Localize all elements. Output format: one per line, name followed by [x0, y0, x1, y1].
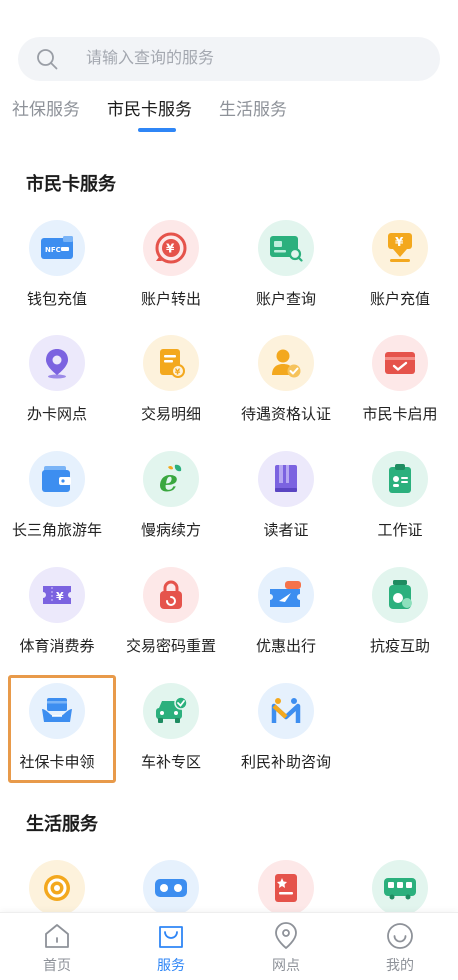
tab-citizen-card[interactable]: 市民卡服务 [107, 98, 192, 122]
service-label: 交易明细 [140, 406, 201, 423]
section-title-life-services: 生活服务 [26, 814, 98, 834]
service-label: 账户查询 [255, 291, 316, 308]
nav-home[interactable]: 首页 [0, 913, 114, 980]
service-reader-card[interactable]: 读者证 [229, 451, 343, 551]
service-epidemic-aid[interactable]: 抗疫互助 [343, 567, 457, 667]
m-logo-icon [258, 683, 314, 739]
service-label: 长三角旅游年 [11, 522, 102, 539]
svg-text:¥: ¥ [395, 235, 404, 249]
book-icon [258, 451, 314, 507]
service-label: 优惠出行 [255, 638, 316, 655]
service-label: 车补专区 [140, 754, 201, 771]
svg-text:¥: ¥ [166, 242, 175, 256]
user-verify-icon [258, 335, 314, 391]
spiral-icon [29, 860, 85, 916]
coupon-icon: ¥ [29, 567, 85, 623]
service-car-subsidy[interactable]: 车补专区 [114, 683, 228, 783]
discount-ticket-icon [258, 567, 314, 623]
yuan-transfer-icon: ¥ [143, 220, 199, 276]
service-label: 办卡网点 [26, 406, 87, 423]
wallet-icon [29, 451, 85, 507]
location-icon [275, 922, 297, 949]
selection-highlight [8, 675, 116, 783]
service-wallet-recharge[interactable]: NFC 钱包充值 [0, 220, 114, 320]
service-label: 工作证 [377, 522, 423, 539]
service-label: 账户充值 [369, 291, 430, 308]
service-account-recharge[interactable]: ¥ 账户充值 [343, 220, 457, 320]
service-livelihood-subsidy[interactable]: 利民补助咨询 [229, 683, 343, 783]
bus-icon [372, 860, 428, 916]
service-label: 待遇资格认证 [240, 406, 331, 423]
service-yangtze-travel[interactable]: 长三角旅游年 [0, 451, 114, 551]
tab-life-services[interactable]: 生活服务 [219, 98, 287, 122]
nfc-card-icon: NFC [29, 220, 85, 276]
nav-mine-label: 我的 [386, 957, 414, 973]
service-benefit-qualification[interactable]: 待遇资格认证 [229, 335, 343, 435]
service-card-outlets[interactable]: 办卡网点 [0, 335, 114, 435]
tab-social-security[interactable]: 社保服务 [12, 98, 80, 122]
nav-mine[interactable]: 我的 [343, 913, 457, 980]
nav-outlets-label: 网点 [272, 957, 300, 973]
transaction-list-icon: ¥ [143, 335, 199, 391]
service-account-query[interactable]: 账户查询 [229, 220, 343, 320]
nav-services[interactable]: 服务 [114, 913, 228, 980]
yuan-download-icon: ¥ [372, 220, 428, 276]
service-label: 市民卡启用 [362, 406, 438, 423]
service-tabs: 社保服务 市民卡服务 生活服务 [0, 98, 458, 138]
service-transaction-details[interactable]: ¥ 交易明细 [114, 335, 228, 435]
service-chronic-prescription[interactable]: e 慢病续方 [114, 451, 228, 551]
service-label: 利民补助咨询 [240, 754, 331, 771]
service-label: 钱包充值 [26, 291, 87, 308]
car-check-icon [143, 683, 199, 739]
certificate-icon [258, 860, 314, 916]
clipboard-id-icon [372, 451, 428, 507]
search-bar[interactable]: 请输入查询的服务 [18, 37, 440, 81]
smile-icon [387, 923, 413, 949]
nav-home-label: 首页 [43, 957, 71, 973]
service-label: 读者证 [263, 522, 309, 539]
service-sports-voucher[interactable]: ¥ 体育消费券 [0, 567, 114, 667]
svg-text:e: e [159, 464, 178, 496]
service-label: 体育消费券 [19, 638, 95, 655]
svg-text:NFC: NFC [45, 246, 61, 254]
service-label: 抗疫互助 [369, 638, 430, 655]
service-card-activation[interactable]: 市民卡启用 [343, 335, 457, 435]
bag-icon [159, 926, 183, 948]
nav-outlets[interactable]: 网点 [229, 913, 343, 980]
vr-glasses-icon [143, 860, 199, 916]
card-activate-icon [372, 335, 428, 391]
service-password-reset[interactable]: 交易密码重置 [114, 567, 228, 667]
location-pin-icon [29, 335, 85, 391]
service-label: 账户转出 [140, 291, 201, 308]
lock-icon [143, 567, 199, 623]
nav-services-label: 服务 [157, 957, 185, 973]
service-account-transfer-out[interactable]: ¥ 账户转出 [114, 220, 228, 320]
service-label: 交易密码重置 [125, 638, 216, 655]
bottom-nav: 首页 服务 网点 我的 [0, 912, 458, 980]
svg-text:¥: ¥ [56, 590, 64, 603]
e-leaf-icon: e [143, 451, 199, 507]
search-icon [37, 49, 58, 70]
search-placeholder: 请输入查询的服务 [86, 50, 215, 67]
medicine-bottle-icon [372, 567, 428, 623]
service-discount-travel[interactable]: 优惠出行 [229, 567, 343, 667]
section-title-citizen-card: 市民卡服务 [26, 174, 116, 194]
service-work-permit[interactable]: 工作证 [343, 451, 457, 551]
card-search-icon [258, 220, 314, 276]
active-tab-indicator [138, 128, 176, 132]
svg-text:¥: ¥ [175, 368, 181, 377]
service-label: 慢病续方 [140, 522, 201, 539]
home-icon [45, 924, 69, 948]
